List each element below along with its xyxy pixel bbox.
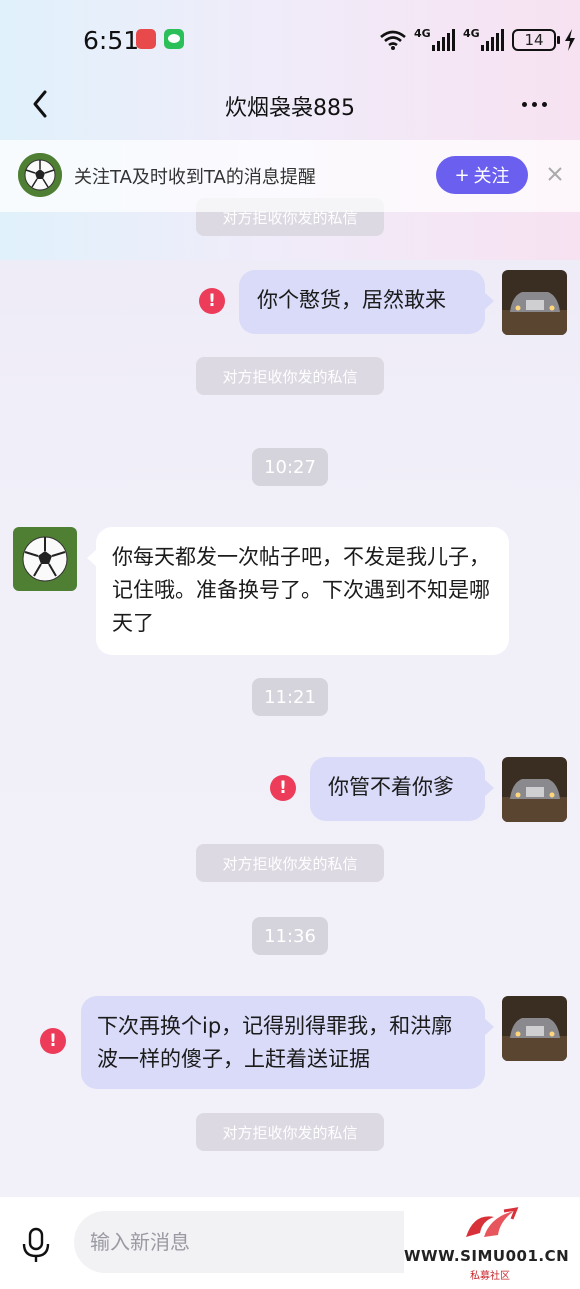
battery-icon: 14 <box>512 29 560 51</box>
message-bubble-sent[interactable]: 你个憨货，居然敢来 <box>239 270 494 334</box>
status-time: 6:51 <box>83 26 140 55</box>
follow-banner: 关注TA及时收到TA的消息提醒 + 关注 <box>0 140 580 212</box>
timestamp: 11:36 <box>252 917 328 955</box>
soccer-ball-avatar[interactable] <box>13 527 77 591</box>
voice-input-button[interactable] <box>18 1225 54 1265</box>
plus-icon: + <box>454 164 470 186</box>
close-banner-button[interactable] <box>541 160 569 188</box>
rejected-notice: 对方拒收你发的私信 <box>196 357 384 395</box>
watermark-emblem-icon <box>466 1207 519 1237</box>
wechat-app-icon <box>164 29 184 49</box>
charging-icon <box>565 29 575 51</box>
message-bubble-sent[interactable]: 你管不着你爹 <box>310 757 494 821</box>
follow-hint-text: 关注TA及时收到TA的消息提醒 <box>74 167 316 188</box>
more-dot-icon <box>531 101 537 107</box>
car-avatar[interactable] <box>502 996 567 1061</box>
page-title: 炊烟袅袅885 <box>225 96 355 121</box>
send-failed-icon[interactable]: ! <box>270 775 296 801</box>
message-composer: WWW.SIMU001.CN 私募社区 <box>0 1197 580 1289</box>
car-avatar[interactable] <box>502 757 567 822</box>
microphone-icon <box>22 1227 50 1262</box>
watermark-subtitle: 私募社区 <box>470 1271 510 1282</box>
rejected-notice: 对方拒收你发的私信 <box>196 1113 384 1151</box>
system-icons: 4G 4G 14 <box>380 26 576 54</box>
watermark-url: WWW.SIMU001.CN <box>404 1247 570 1265</box>
watermark-logo: WWW.SIMU001.CN 私募社区 <box>404 1207 580 1287</box>
more-dot-icon <box>541 101 547 107</box>
soccer-ball-avatar <box>18 153 62 197</box>
send-failed-icon[interactable]: ! <box>40 1028 66 1054</box>
signal-icon-1: 4G <box>414 27 455 51</box>
timestamp: 11:21 <box>252 678 328 716</box>
status-bar: 6:51 4G 4G 14 <box>0 0 580 78</box>
timestamp: 10:27 <box>252 448 328 486</box>
follow-button-label: 关注 <box>473 166 510 187</box>
follow-button[interactable]: + 关注 <box>436 156 528 194</box>
rejected-notice: 对方拒收你发的私信 <box>196 844 384 882</box>
close-icon <box>548 167 562 181</box>
signal-icon-2: 4G <box>463 27 504 51</box>
car-avatar[interactable] <box>502 270 567 335</box>
message-bubble-sent[interactable]: 下次再换个ip，记得别得罪我，和洪廓波一样的傻子，上赶着送证据 <box>81 996 494 1089</box>
more-options-button[interactable] <box>512 88 556 120</box>
huawei-app-icon <box>136 29 156 49</box>
message-bubble-received[interactable]: 你每天都发一次帖子吧，不发是我儿子，记住哦。准备换号了。下次遇到不知是哪天了 <box>87 527 509 655</box>
send-failed-icon[interactable]: ! <box>199 288 225 314</box>
more-dot-icon <box>521 101 527 107</box>
chat-header: 炊烟袅袅885 <box>0 78 580 138</box>
wifi-icon <box>380 30 406 50</box>
